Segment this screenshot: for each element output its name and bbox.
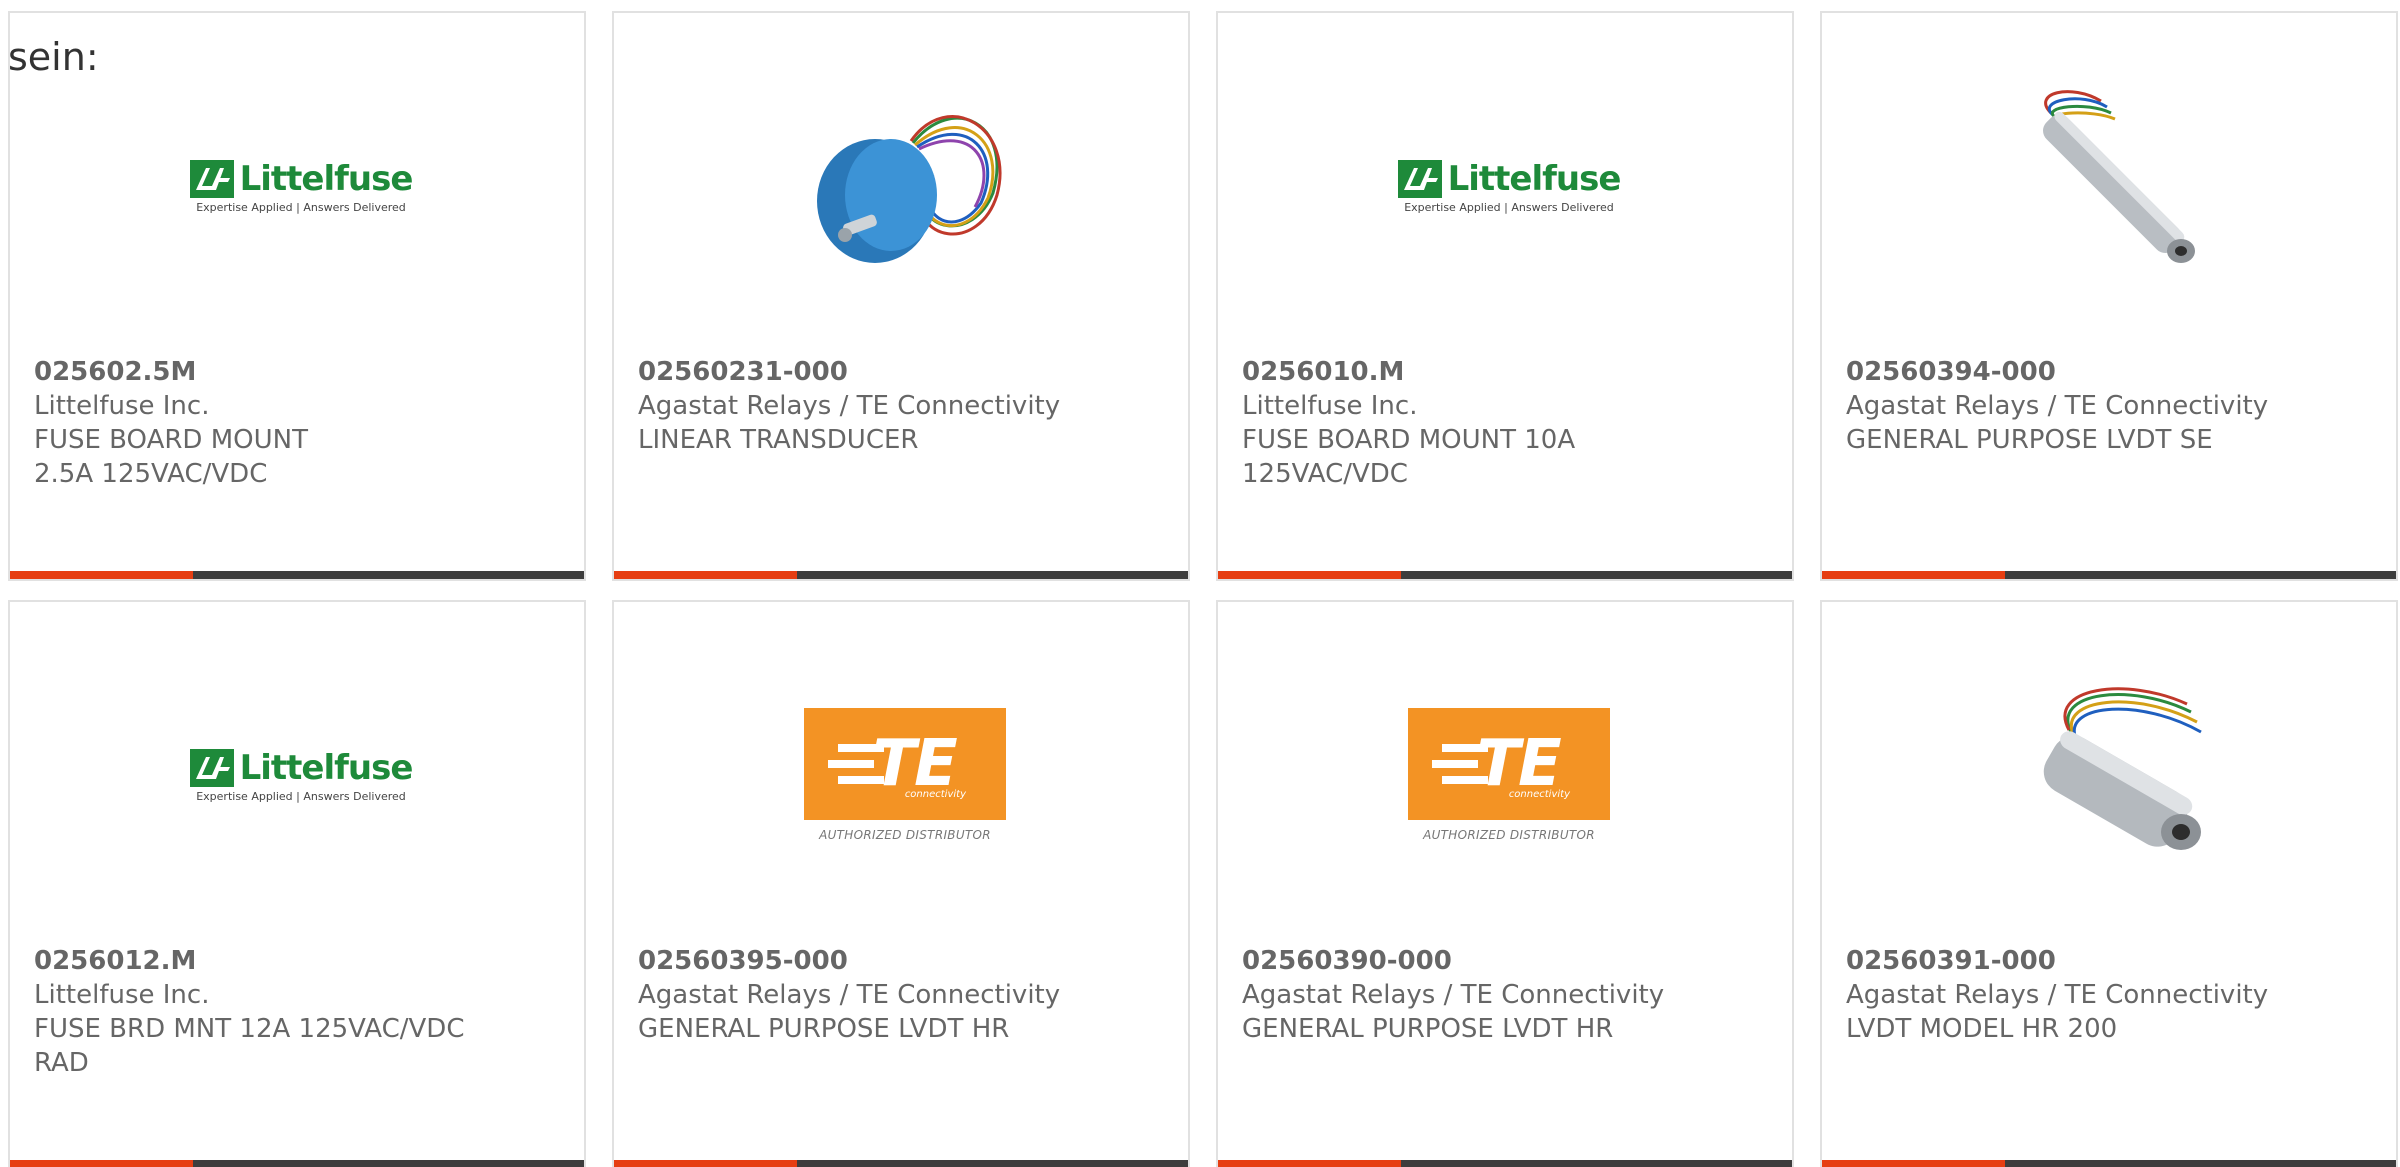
product-description: LINEAR TRANSDUCER <box>638 425 919 455</box>
part-number-link[interactable]: 0256010.M <box>1242 355 1702 389</box>
card-bottom-bar <box>1218 571 1792 579</box>
product-card[interactable]: TE connectivity AUTHORIZED DISTRIBUTOR 0… <box>612 600 1190 1167</box>
intro-text: sein: <box>8 35 99 79</box>
card-accent-bar <box>614 571 797 579</box>
te-logo-subtext: connectivity <box>1508 789 1570 800</box>
card-accent-bar <box>1822 1160 2005 1167</box>
card-accent-bar <box>10 571 193 579</box>
manufacturer-name: Littelfuse Inc. <box>34 391 210 421</box>
te-logo-subtext: connectivity <box>904 789 966 800</box>
product-description: FUSE BRD MNT 12A 125VAC/VDC RAD <box>34 1014 465 1078</box>
product-image[interactable] <box>803 83 1007 289</box>
card-accent-bar <box>1218 1160 1401 1167</box>
product-info: 02560391-000 Agastat Relays / TE Connect… <box>1846 944 2306 1046</box>
product-description: GENERAL PURPOSE LVDT HR <box>638 1014 1010 1044</box>
lvdt-long-photo <box>2043 90 2195 263</box>
product-grid-page: sein: Littelfuse Expertise Applied | Ans… <box>0 0 2400 1167</box>
littelfuse-logo-tagline: Expertise Applied | Answers Delivered <box>196 200 406 214</box>
card-bottom-bar <box>1822 1160 2396 1167</box>
card-bottom-bar <box>614 571 1188 579</box>
te-authorized-text: AUTHORIZED DISTRIBUTOR <box>1423 828 1595 842</box>
littelfuse-logo-name: Littelfuse <box>239 158 414 199</box>
littelfuse-logo: Littelfuse Expertise Applied | Answers D… <box>189 158 414 214</box>
littelfuse-logo: Littelfuse Expertise Applied | Answers D… <box>189 747 414 803</box>
product-info: 0256010.M Littelfuse Inc. FUSE BOARD MOU… <box>1242 355 1702 491</box>
product-card[interactable]: TE connectivity AUTHORIZED DISTRIBUTOR 0… <box>1216 600 1794 1167</box>
te-logo: TE connectivity AUTHORIZED DISTRIBUTOR <box>804 708 1006 842</box>
lvdt-short-photo <box>2043 687 2202 850</box>
product-image[interactable]: TE connectivity AUTHORIZED DISTRIBUTOR <box>1407 672 1611 878</box>
product-description: GENERAL PURPOSE LVDT HR <box>1242 1014 1614 1044</box>
card-bottom-bar <box>1822 571 2396 579</box>
manufacturer-name: Agastat Relays / TE Connectivity <box>1846 391 2269 421</box>
card-bottom-bar <box>614 1160 1188 1167</box>
product-card[interactable]: Littelfuse Expertise Applied | Answers D… <box>8 600 586 1167</box>
product-card[interactable]: Littelfuse Expertise Applied | Answers D… <box>8 11 586 581</box>
product-image[interactable] <box>2011 83 2215 289</box>
rotary-encoder-photo <box>817 115 1002 263</box>
manufacturer-name: Agastat Relays / TE Connectivity <box>1846 980 2269 1010</box>
te-stripes-icon <box>1432 744 1488 784</box>
product-description: FUSE BOARD MOUNT 2.5A 125VAC/VDC <box>34 425 308 489</box>
part-number-link[interactable]: 02560391-000 <box>1846 944 2306 978</box>
part-number-link[interactable]: 02560395-000 <box>638 944 1098 978</box>
card-bottom-bar <box>10 1160 584 1167</box>
littelfuse-logo-name: Littelfuse <box>239 747 414 788</box>
manufacturer-name: Agastat Relays / TE Connectivity <box>638 391 1061 421</box>
product-info: 02560395-000 Agastat Relays / TE Connect… <box>638 944 1098 1046</box>
littelfuse-mark-icon <box>189 159 234 198</box>
littelfuse-logo-name: Littelfuse <box>1447 158 1622 199</box>
product-description: LVDT MODEL HR 200 <box>1846 1014 2118 1044</box>
te-logo: TE connectivity AUTHORIZED DISTRIBUTOR <box>1408 708 1610 842</box>
te-authorized-text: AUTHORIZED DISTRIBUTOR <box>819 828 991 842</box>
product-grid: Littelfuse Expertise Applied | Answers D… <box>8 11 2398 1167</box>
product-info: 025602.5M Littelfuse Inc. FUSE BOARD MOU… <box>34 355 494 491</box>
product-image[interactable]: TE connectivity AUTHORIZED DISTRIBUTOR <box>803 672 1007 878</box>
card-bottom-bar <box>10 571 584 579</box>
product-card[interactable]: 02560231-000 Agastat Relays / TE Connect… <box>612 11 1190 581</box>
littelfuse-logo: Littelfuse Expertise Applied | Answers D… <box>1397 158 1622 214</box>
product-image[interactable]: Littelfuse Expertise Applied | Answers D… <box>189 672 413 878</box>
product-info: 02560394-000 Agastat Relays / TE Connect… <box>1846 355 2306 457</box>
card-accent-bar <box>1822 571 2005 579</box>
part-number-link[interactable]: 02560394-000 <box>1846 355 2306 389</box>
part-number-link[interactable]: 025602.5M <box>34 355 494 389</box>
product-description: GENERAL PURPOSE LVDT SE <box>1846 425 2213 455</box>
card-accent-bar <box>614 1160 797 1167</box>
manufacturer-name: Littelfuse Inc. <box>1242 391 1418 421</box>
product-image[interactable]: Littelfuse Expertise Applied | Answers D… <box>1397 83 1621 289</box>
manufacturer-name: Littelfuse Inc. <box>34 980 210 1010</box>
part-number-link[interactable]: 02560390-000 <box>1242 944 1702 978</box>
te-stripes-icon <box>828 744 884 784</box>
card-accent-bar <box>10 1160 193 1167</box>
product-info: 02560231-000 Agastat Relays / TE Connect… <box>638 355 1098 457</box>
manufacturer-name: Agastat Relays / TE Connectivity <box>638 980 1061 1010</box>
card-accent-bar <box>1218 571 1401 579</box>
product-image[interactable] <box>2011 672 2215 878</box>
part-number-link[interactable]: 0256012.M <box>34 944 494 978</box>
product-info: 0256012.M Littelfuse Inc. FUSE BRD MNT 1… <box>34 944 494 1080</box>
product-description: FUSE BOARD MOUNT 10A 125VAC/VDC <box>1242 425 1576 489</box>
littelfuse-mark-icon <box>189 748 234 787</box>
card-bottom-bar <box>1218 1160 1792 1167</box>
product-card[interactable]: 02560391-000 Agastat Relays / TE Connect… <box>1820 600 2398 1167</box>
littelfuse-mark-icon <box>1397 159 1442 198</box>
littelfuse-logo-tagline: Expertise Applied | Answers Delivered <box>1404 200 1614 214</box>
product-card[interactable]: 02560394-000 Agastat Relays / TE Connect… <box>1820 11 2398 581</box>
product-image[interactable]: Littelfuse Expertise Applied | Answers D… <box>189 83 413 289</box>
part-number-link[interactable]: 02560231-000 <box>638 355 1098 389</box>
manufacturer-name: Agastat Relays / TE Connectivity <box>1242 980 1665 1010</box>
product-card[interactable]: Littelfuse Expertise Applied | Answers D… <box>1216 11 1794 581</box>
littelfuse-logo-tagline: Expertise Applied | Answers Delivered <box>196 789 406 803</box>
product-info: 02560390-000 Agastat Relays / TE Connect… <box>1242 944 1702 1046</box>
